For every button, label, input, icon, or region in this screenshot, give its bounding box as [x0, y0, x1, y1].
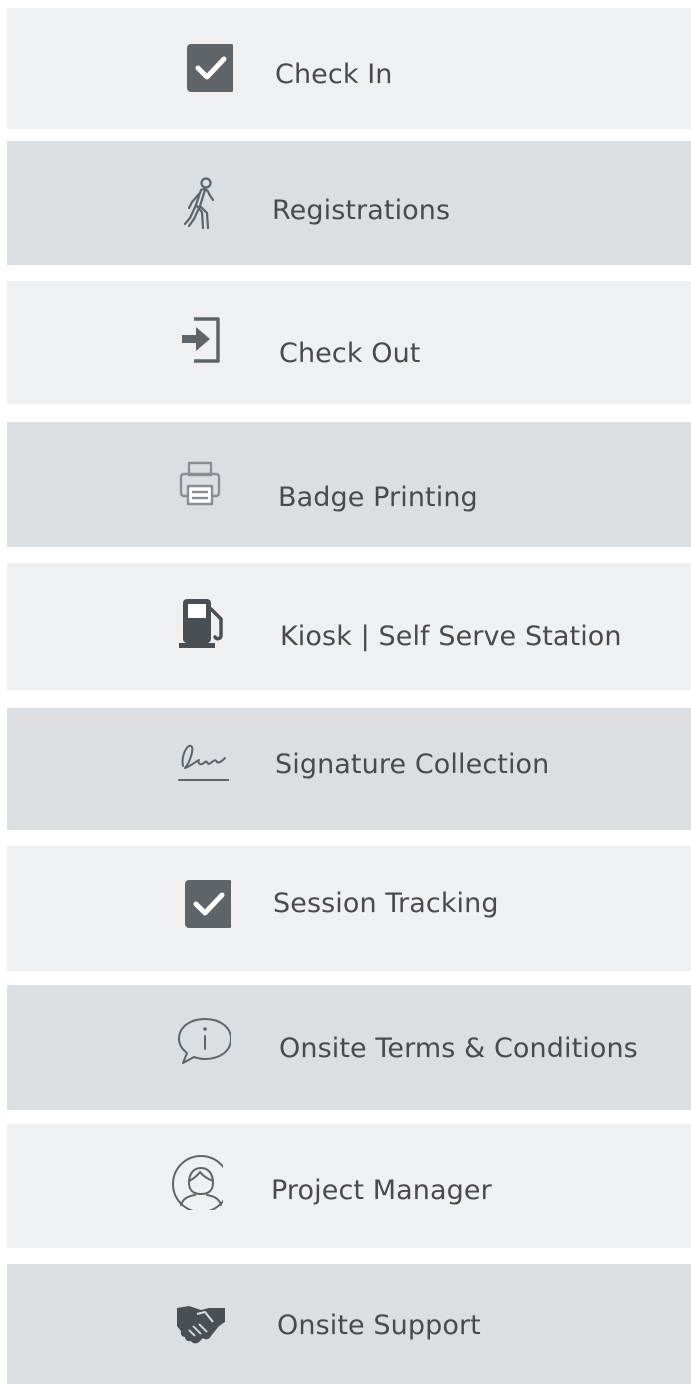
menu-item-check-in[interactable]: Check In: [7, 8, 691, 129]
menu-item-kiosk-self-serve-station[interactable]: Kiosk | Self Serve Station: [7, 563, 691, 690]
menu-item-label: Signature Collection: [275, 749, 550, 780]
menu-item-label: Onsite Terms & Conditions: [279, 1033, 638, 1064]
exit-arrow-icon: [172, 311, 228, 367]
menu-item-badge-printing[interactable]: Badge Printing: [7, 422, 691, 547]
handshake-icon: [173, 1294, 229, 1350]
menu-item-label: Session Tracking: [273, 888, 499, 919]
menu-item-label: Registrations: [272, 195, 451, 226]
menu-item-label: Onsite Support: [277, 1310, 481, 1341]
menu-item-label: Check In: [275, 59, 393, 90]
menu-item-label: Check Out: [279, 338, 421, 369]
menu-item-session-tracking[interactable]: Session Tracking: [7, 846, 691, 971]
menu-item-label: Project Manager: [271, 1175, 492, 1206]
menu-item-check-out[interactable]: Check Out: [7, 281, 691, 404]
menu-item-registrations[interactable]: Registrations: [7, 141, 691, 265]
menu-item-signature-collection[interactable]: Signature Collection: [7, 708, 691, 830]
walking-person-icon: [172, 176, 228, 232]
menu-item-label: Badge Printing: [278, 482, 478, 513]
signature-icon: [173, 736, 229, 792]
checkbox-checked-icon: [175, 876, 231, 932]
fuel-pump-icon: [175, 593, 231, 649]
menu-item-label: Kiosk | Self Serve Station: [280, 621, 622, 652]
menu-item-onsite-support[interactable]: Onsite Support: [7, 1264, 691, 1384]
menu-item-onsite-terms-and-conditions[interactable]: Onsite Terms & Conditions: [7, 985, 691, 1110]
person-circle-icon: [167, 1154, 223, 1210]
info-speech-bubble-icon: [175, 1013, 231, 1069]
checkbox-checked-icon: [177, 40, 233, 96]
printer-icon: [172, 456, 228, 512]
menu-item-project-manager[interactable]: Project Manager: [7, 1124, 691, 1248]
